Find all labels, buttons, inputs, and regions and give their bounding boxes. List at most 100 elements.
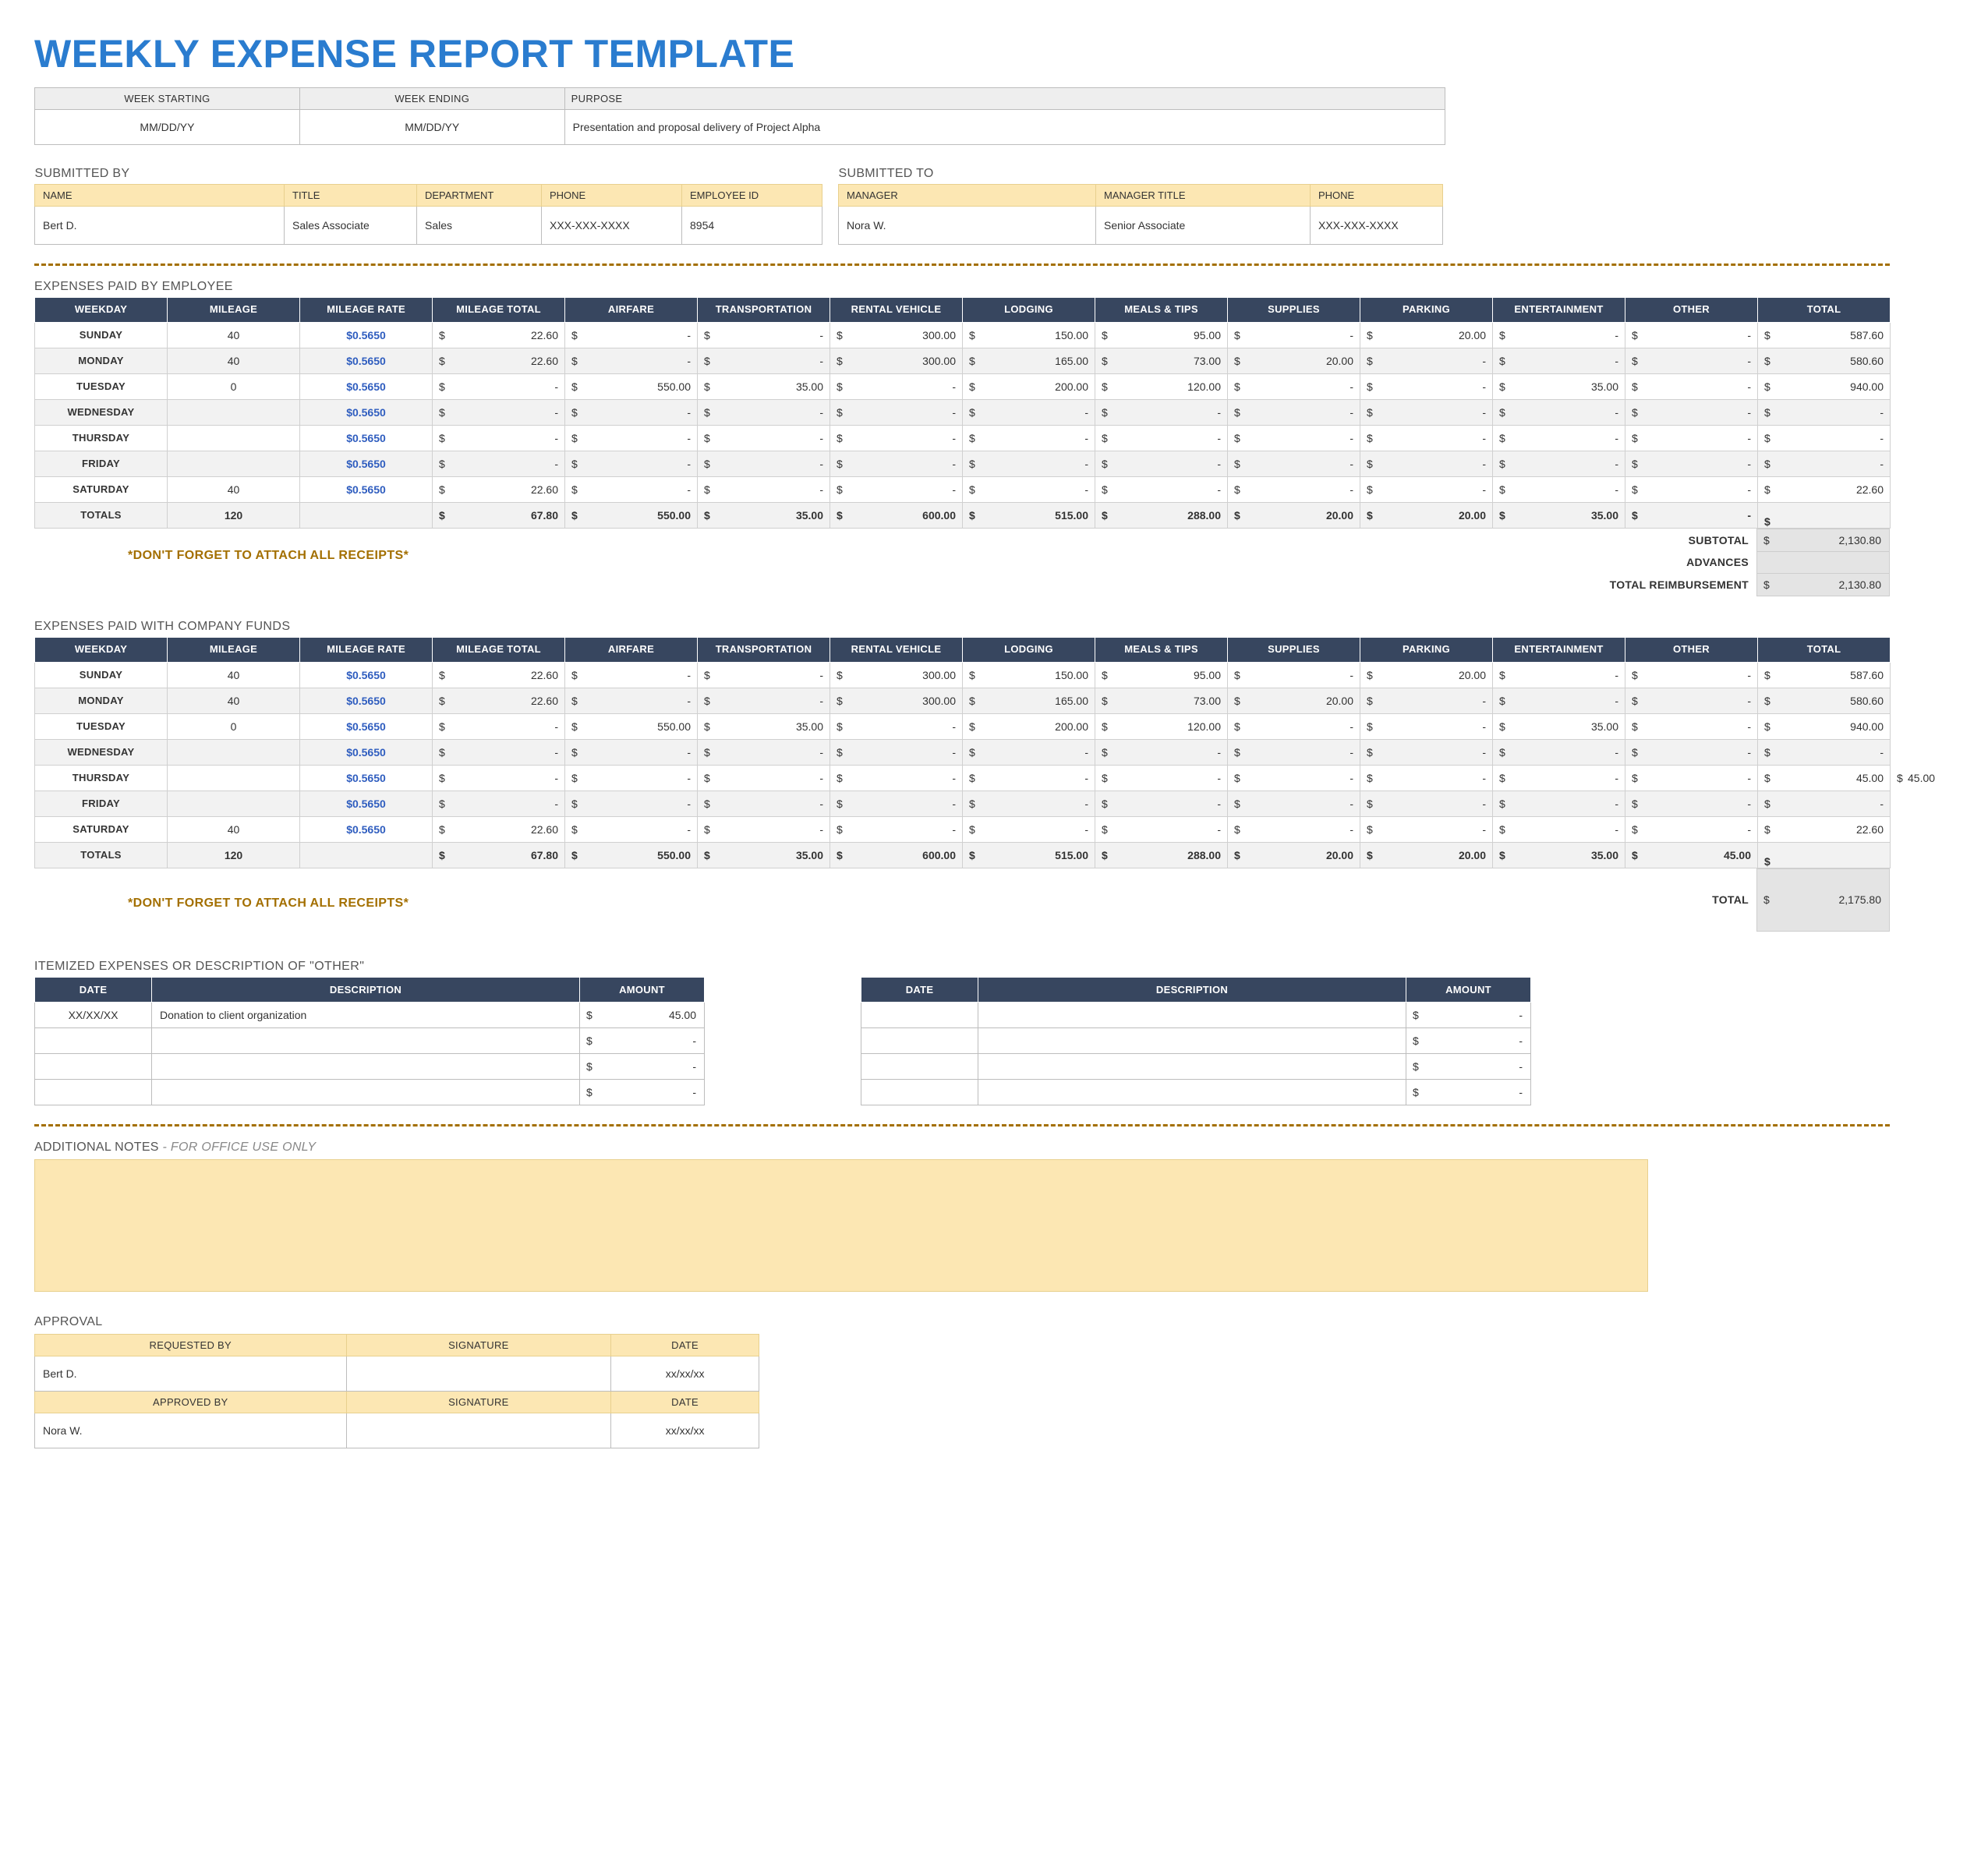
requested-signature[interactable] <box>346 1356 611 1391</box>
expense-cell[interactable]: $550.00 <box>565 373 698 399</box>
expense-cell[interactable]: $- <box>1625 476 1758 502</box>
expense-cell[interactable]: $- <box>565 322 698 348</box>
expense-cell[interactable]: $- <box>565 451 698 476</box>
requested-by-value[interactable]: Bert D. <box>35 1356 347 1391</box>
expense-cell[interactable]: $- <box>1625 662 1758 688</box>
item-amount[interactable]: $- <box>1406 1079 1531 1105</box>
item-desc[interactable] <box>978 1027 1406 1053</box>
expense-cell[interactable]: $- <box>1625 502 1758 528</box>
expense-cell[interactable]: $- <box>1095 399 1228 425</box>
mileage-cell[interactable]: 40 <box>168 816 300 842</box>
expense-cell[interactable]: $165.00 <box>963 688 1095 713</box>
expense-cell[interactable]: $- <box>1625 816 1758 842</box>
expense-cell[interactable]: $580.60 <box>1758 348 1891 373</box>
expense-cell[interactable]: $- <box>1228 790 1360 816</box>
expense-cell[interactable]: $95.00 <box>1095 662 1228 688</box>
expense-cell[interactable]: $45.00 <box>1758 765 1891 790</box>
expense-cell[interactable]: $- <box>1493 790 1625 816</box>
expense-cell[interactable]: $- <box>1095 816 1228 842</box>
item-amount[interactable]: $- <box>1406 1053 1531 1079</box>
mileage-cell[interactable] <box>168 765 300 790</box>
expense-cell[interactable]: $95.00 <box>1095 322 1228 348</box>
expense-cell[interactable]: $- <box>698 322 830 348</box>
expense-cell[interactable]: $- <box>698 739 830 765</box>
expense-cell[interactable]: $ <box>1758 842 1891 868</box>
submitted-by-employee-id[interactable]: 8954 <box>682 207 822 245</box>
mileage-cell[interactable] <box>168 425 300 451</box>
expense-cell[interactable]: $- <box>1758 399 1891 425</box>
requested-date[interactable]: xx/xx/xx <box>611 1356 759 1391</box>
expense-cell[interactable]: $- <box>698 816 830 842</box>
expense-cell[interactable]: $- <box>1625 451 1758 476</box>
expense-cell[interactable]: $300.00 <box>830 348 963 373</box>
advances-value[interactable] <box>1757 551 1890 573</box>
expense-cell[interactable]: $550.00 <box>565 842 698 868</box>
expense-cell[interactable]: $580.60 <box>1758 688 1891 713</box>
item-desc[interactable] <box>152 1079 580 1105</box>
expense-cell[interactable]: $- <box>565 790 698 816</box>
expense-cell[interactable]: $600.00 <box>830 842 963 868</box>
expense-cell[interactable]: $ <box>1758 502 1891 528</box>
expense-cell[interactable]: $- <box>1360 816 1493 842</box>
item-amount[interactable]: $45.00 <box>580 1002 705 1027</box>
expense-cell[interactable]: $- <box>830 765 963 790</box>
item-amount[interactable]: $- <box>580 1053 705 1079</box>
expense-cell[interactable]: $- <box>1493 816 1625 842</box>
expense-cell[interactable]: $- <box>1625 765 1758 790</box>
expense-cell[interactable]: $- <box>698 688 830 713</box>
expense-cell[interactable]: $- <box>1493 451 1625 476</box>
expense-cell[interactable]: $20.00 <box>1228 688 1360 713</box>
expense-cell[interactable]: $- <box>1228 816 1360 842</box>
expense-cell[interactable]: $515.00 <box>963 502 1095 528</box>
expense-cell[interactable]: $- <box>1228 713 1360 739</box>
expense-cell[interactable]: $587.60 <box>1758 322 1891 348</box>
expense-cell[interactable]: $515.00 <box>963 842 1095 868</box>
expense-cell[interactable]: $- <box>698 662 830 688</box>
expense-cell[interactable]: $165.00 <box>963 348 1095 373</box>
expense-cell[interactable]: $200.00 <box>963 373 1095 399</box>
expense-cell[interactable]: $- <box>1360 476 1493 502</box>
expense-cell[interactable]: $20.00 <box>1360 502 1493 528</box>
expense-cell[interactable]: $288.00 <box>1095 502 1228 528</box>
mileage-cell[interactable]: 40 <box>168 322 300 348</box>
item-date[interactable] <box>35 1027 152 1053</box>
expense-cell[interactable]: $20.00 <box>1360 662 1493 688</box>
expense-cell[interactable]: $35.00 <box>698 713 830 739</box>
expense-cell[interactable]: $- <box>963 425 1095 451</box>
expense-cell[interactable]: $- <box>565 688 698 713</box>
item-desc[interactable] <box>978 1002 1406 1027</box>
item-amount[interactable]: $- <box>580 1079 705 1105</box>
expense-cell[interactable]: $22.60 <box>433 688 565 713</box>
expense-cell[interactable]: $22.60 <box>433 322 565 348</box>
expense-cell[interactable]: $- <box>433 373 565 399</box>
item-date[interactable]: XX/XX/XX <box>35 1002 152 1027</box>
expense-cell[interactable]: $- <box>1625 739 1758 765</box>
item-date[interactable] <box>35 1079 152 1105</box>
approved-signature[interactable] <box>346 1413 611 1448</box>
expense-cell[interactable]: $- <box>433 765 565 790</box>
expense-cell[interactable]: $45.00 <box>1625 842 1758 868</box>
expense-cell[interactable]: $- <box>1360 688 1493 713</box>
item-amount[interactable]: $- <box>1406 1027 1531 1053</box>
submitted-to-manager[interactable]: Nora W. <box>839 207 1096 245</box>
expense-cell[interactable]: $22.60 <box>433 476 565 502</box>
expense-cell[interactable]: $940.00 <box>1758 373 1891 399</box>
expense-cell[interactable]: $- <box>1493 765 1625 790</box>
item-desc[interactable] <box>152 1053 580 1079</box>
expense-cell[interactable]: $35.00 <box>1493 713 1625 739</box>
expense-cell[interactable]: $73.00 <box>1095 348 1228 373</box>
expense-cell[interactable]: $- <box>433 399 565 425</box>
expense-cell[interactable]: $- <box>1493 348 1625 373</box>
expense-cell[interactable]: $- <box>830 739 963 765</box>
expense-cell[interactable]: $- <box>1228 399 1360 425</box>
expense-cell[interactable]: $- <box>1095 765 1228 790</box>
expense-cell[interactable]: $- <box>1228 322 1360 348</box>
expense-cell[interactable]: $550.00 <box>565 713 698 739</box>
week-ending-value[interactable]: MM/DD/YY <box>299 110 564 145</box>
submitted-by-department[interactable]: Sales <box>417 207 542 245</box>
mileage-cell[interactable] <box>168 399 300 425</box>
expense-cell[interactable]: $150.00 <box>963 662 1095 688</box>
expense-cell[interactable]: $20.00 <box>1360 322 1493 348</box>
expense-cell[interactable]: $- <box>1360 373 1493 399</box>
expense-cell[interactable]: $- <box>1493 739 1625 765</box>
